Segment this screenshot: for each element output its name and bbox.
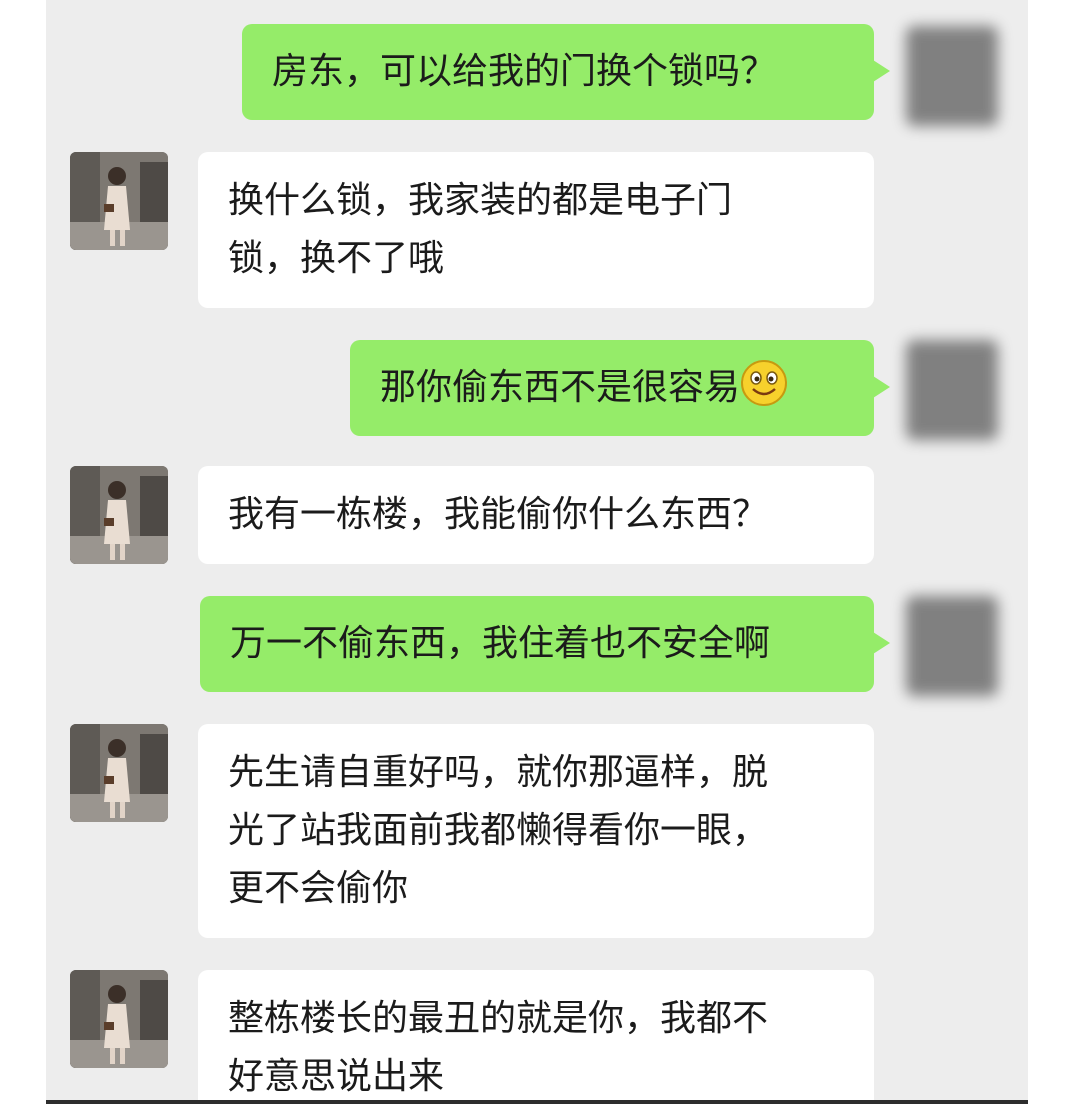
message-line: 整栋楼长的最丑的就是你，我都不 xyxy=(228,998,769,1039)
person-photo-icon xyxy=(70,152,168,250)
chat-area: 房东，可以给我的门换个锁吗？ 换什么锁，我家装的都是电子门 锁，换不了哦 那你偷… xyxy=(46,0,1028,1100)
bottom-divider xyxy=(46,1100,1028,1104)
message-text: 房东，可以给我的门换个锁吗？ xyxy=(272,51,777,92)
landlord-avatar[interactable] xyxy=(70,152,168,250)
person-photo-icon xyxy=(70,466,168,564)
message-line: 先生请自重好吗，就你那逼样，脱 xyxy=(228,752,769,793)
message-bubble-outgoing[interactable]: 那你偷东西不是很容易 xyxy=(350,340,890,436)
message-bubble-incoming[interactable]: 我有一栋楼，我能偷你什么东西？ xyxy=(198,466,874,564)
message-bubble-incoming[interactable]: 换什么锁，我家装的都是电子门 锁，换不了哦 xyxy=(198,152,874,308)
message-text: 我有一栋楼，我能偷你什么东西？ xyxy=(228,494,769,535)
message-line: 换什么锁，我家装的都是电子门 xyxy=(228,180,733,221)
my-avatar[interactable] xyxy=(906,340,998,440)
landlord-avatar[interactable] xyxy=(70,724,168,822)
person-photo-icon xyxy=(70,970,168,1068)
message-bubble-outgoing[interactable]: 房东，可以给我的门换个锁吗？ xyxy=(242,24,890,120)
my-avatar[interactable] xyxy=(906,596,998,696)
message-line: 更不会偷你 xyxy=(228,868,409,909)
message-line: 锁，换不了哦 xyxy=(228,238,445,279)
my-avatar[interactable] xyxy=(906,26,998,126)
person-photo-icon xyxy=(70,724,168,822)
message-line: 好意思说出来 xyxy=(228,1056,445,1097)
message-bubble-incoming[interactable]: 先生请自重好吗，就你那逼样，脱 光了站我面前我都懒得看你一眼， 更不会偷你 xyxy=(198,724,874,938)
message-bubble-outgoing[interactable]: 万一不偷东西，我住着也不安全啊 xyxy=(200,596,890,692)
message-text: 万一不偷东西，我住着也不安全啊 xyxy=(230,623,771,664)
message-line: 光了站我面前我都懒得看你一眼， xyxy=(228,810,769,851)
message-text: 那你偷东西不是很容易 xyxy=(380,367,741,408)
landlord-avatar[interactable] xyxy=(70,970,168,1068)
landlord-avatar[interactable] xyxy=(70,466,168,564)
message-bubble-incoming[interactable]: 整栋楼长的最丑的就是你，我都不 好意思说出来 xyxy=(198,970,874,1100)
smile-emoji-icon xyxy=(740,359,788,407)
